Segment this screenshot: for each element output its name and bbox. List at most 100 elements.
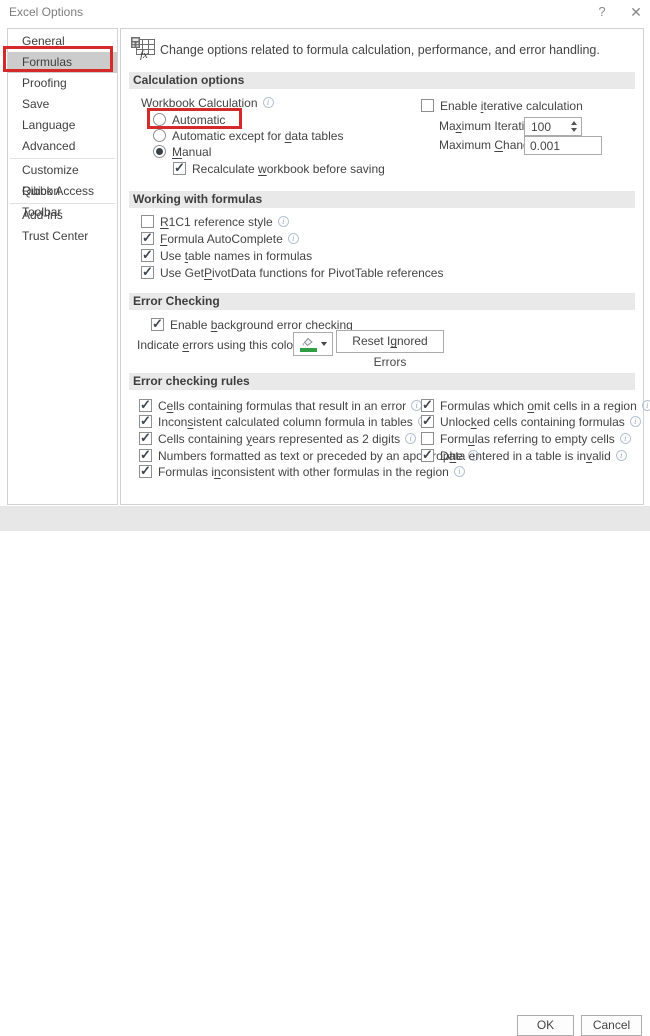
checkbox-inconsistent-calculated-column[interactable]: Inconsistent calculated column formula i…	[139, 414, 429, 429]
chevron-down-icon[interactable]	[321, 342, 327, 346]
checkbox-label: Unlocked cells containing formulas	[440, 415, 625, 429]
radio-manual[interactable]: Manual	[153, 144, 211, 159]
sidebar-item-add-ins[interactable]: Add-ins	[8, 205, 117, 226]
checkbox-label: Formulas which omit cells in a region	[440, 399, 637, 413]
checkbox[interactable]	[173, 162, 186, 175]
paint-bucket-icon	[300, 337, 317, 352]
checkbox-label: Formulas referring to empty cells	[440, 432, 615, 446]
checkbox-label: Data entered in a table is invalid	[440, 449, 611, 463]
info-icon[interactable]	[405, 433, 416, 444]
cancel-button[interactable]: Cancel	[581, 1015, 642, 1036]
sidebar-item-formulas[interactable]: Formulas	[8, 52, 117, 73]
checkbox[interactable]	[421, 415, 434, 428]
checkbox[interactable]	[139, 432, 152, 445]
checkbox-use-getpivotdata[interactable]: Use GetPivotData functions for PivotTabl…	[141, 265, 443, 280]
sidebar-item-trust-center[interactable]: Trust Center	[8, 226, 117, 247]
sidebar-item-save[interactable]: Save	[8, 94, 117, 115]
radio-button[interactable]	[153, 113, 166, 126]
page-description: Change options related to formula calcul…	[160, 43, 600, 57]
help-icon[interactable]: ?	[588, 2, 616, 22]
checkbox-label: Cells containing formulas that result in…	[158, 399, 406, 413]
checkbox-enable-background-error-checking[interactable]: Enable background error checking	[151, 317, 353, 332]
checkbox-unlocked-cells-formulas[interactable]: Unlocked cells containing formulas	[421, 414, 641, 429]
error-color-dropdown[interactable]	[293, 332, 333, 356]
checkbox-r1c1-reference-style[interactable]: R1C1 reference style	[141, 214, 289, 229]
checkbox-label: Cells containing years represented as 2 …	[158, 432, 400, 446]
checkbox-cells-containing-formulas-error[interactable]: Cells containing formulas that result in…	[139, 398, 422, 413]
checkbox-recalculate-workbook[interactable]: Recalculate workbook before saving	[173, 161, 385, 176]
sidebar-item-customize-ribbon[interactable]: Customize Ribbon	[8, 160, 117, 181]
title-bar: Excel Options ? ✕	[0, 0, 650, 26]
radio-label: Manual	[172, 145, 211, 159]
checkbox-formulas-referring-empty-cells[interactable]: Formulas referring to empty cells	[421, 431, 631, 446]
section-working-with-formulas: Working with formulas	[129, 191, 635, 208]
maximum-change-input[interactable]	[524, 136, 602, 155]
formula-options-icon: fx	[130, 36, 156, 63]
sidebar-item-quick-access-toolbar[interactable]: Quick Access Toolbar	[8, 181, 117, 202]
field-label: Indicate errors using this color:	[137, 338, 300, 352]
checkbox-label: Inconsistent calculated column formula i…	[158, 415, 413, 429]
checkbox[interactable]	[421, 99, 434, 112]
spin-down-icon[interactable]	[571, 128, 577, 132]
sidebar-separator	[10, 158, 115, 159]
checkbox-formulas-omit-cells[interactable]: Formulas which omit cells in a region	[421, 398, 650, 413]
checkbox-enable-iterative-calculation[interactable]: Enable iterative calculation	[421, 98, 583, 113]
checkbox[interactable]	[139, 415, 152, 428]
info-icon[interactable]	[454, 466, 465, 477]
formulas-options-page: fx Change options related to formula cal…	[120, 28, 644, 505]
checkbox[interactable]	[139, 465, 152, 478]
checkbox-label: Recalculate workbook before saving	[192, 162, 385, 176]
group-label: Workbook Calculation	[141, 96, 258, 110]
info-icon[interactable]	[642, 400, 650, 411]
section-calculation-options: Calculation options	[129, 72, 635, 89]
spin-up-icon[interactable]	[571, 121, 577, 125]
checkbox[interactable]	[141, 215, 154, 228]
radio-label: Automatic	[172, 113, 225, 127]
info-icon[interactable]	[630, 416, 641, 427]
info-icon[interactable]	[288, 233, 299, 244]
radio-automatic-except-data-tables[interactable]: Automatic except for data tables	[153, 128, 343, 143]
sidebar-item-advanced[interactable]: Advanced	[8, 136, 117, 157]
radio-automatic[interactable]: Automatic	[153, 112, 225, 127]
reset-ignored-errors-button[interactable]: Reset Ignored Errors	[336, 330, 444, 353]
checkbox[interactable]	[421, 399, 434, 412]
dialog-footer: OK Cancel	[0, 506, 650, 531]
checkbox[interactable]	[151, 318, 164, 331]
checkbox-years-as-2-digits[interactable]: Cells containing years represented as 2 …	[139, 431, 416, 446]
checkbox-use-table-names[interactable]: Use table names in formulas	[141, 248, 312, 263]
close-icon[interactable]: ✕	[622, 2, 650, 22]
radio-button[interactable]	[153, 145, 166, 158]
checkbox-label: Numbers formatted as text or preceded by…	[158, 449, 463, 463]
radio-button[interactable]	[153, 129, 166, 142]
spinner-arrows-icon[interactable]	[566, 118, 581, 135]
checkbox[interactable]	[141, 266, 154, 279]
svg-text:fx: fx	[140, 49, 148, 60]
indicate-errors-color-label: Indicate errors using this color:	[137, 337, 300, 352]
sidebar-item-language[interactable]: Language	[8, 115, 117, 136]
sidebar-item-proofing[interactable]: Proofing	[8, 73, 117, 94]
info-icon[interactable]	[263, 97, 274, 108]
checkbox[interactable]	[421, 432, 434, 445]
checkbox-label: Use GetPivotData functions for PivotTabl…	[160, 266, 443, 280]
checkbox[interactable]	[141, 232, 154, 245]
checkbox-formula-autocomplete[interactable]: Formula AutoComplete	[141, 231, 299, 246]
checkbox[interactable]	[141, 249, 154, 262]
checkbox-formulas-inconsistent-region[interactable]: Formulas inconsistent with other formula…	[139, 464, 465, 479]
checkbox[interactable]	[421, 449, 434, 462]
maximum-iterations-spinner[interactable]	[524, 117, 582, 136]
checkbox-label: Enable background error checking	[170, 318, 353, 332]
section-error-checking-rules: Error checking rules	[129, 373, 635, 390]
checkbox-label: Formula AutoComplete	[160, 232, 283, 246]
window-title: Excel Options	[9, 5, 83, 19]
info-icon[interactable]	[278, 216, 289, 227]
maximum-iterations-input[interactable]	[525, 118, 566, 135]
ok-button[interactable]: OK	[517, 1015, 574, 1036]
info-icon[interactable]	[620, 433, 631, 444]
checkbox[interactable]	[139, 449, 152, 462]
checkbox[interactable]	[139, 399, 152, 412]
section-error-checking: Error Checking	[129, 293, 635, 310]
checkbox-label: Enable iterative calculation	[440, 99, 583, 113]
info-icon[interactable]	[616, 450, 627, 461]
sidebar-item-general[interactable]: General	[8, 31, 117, 52]
checkbox-data-entered-table-invalid[interactable]: Data entered in a table is invalid	[421, 448, 627, 463]
